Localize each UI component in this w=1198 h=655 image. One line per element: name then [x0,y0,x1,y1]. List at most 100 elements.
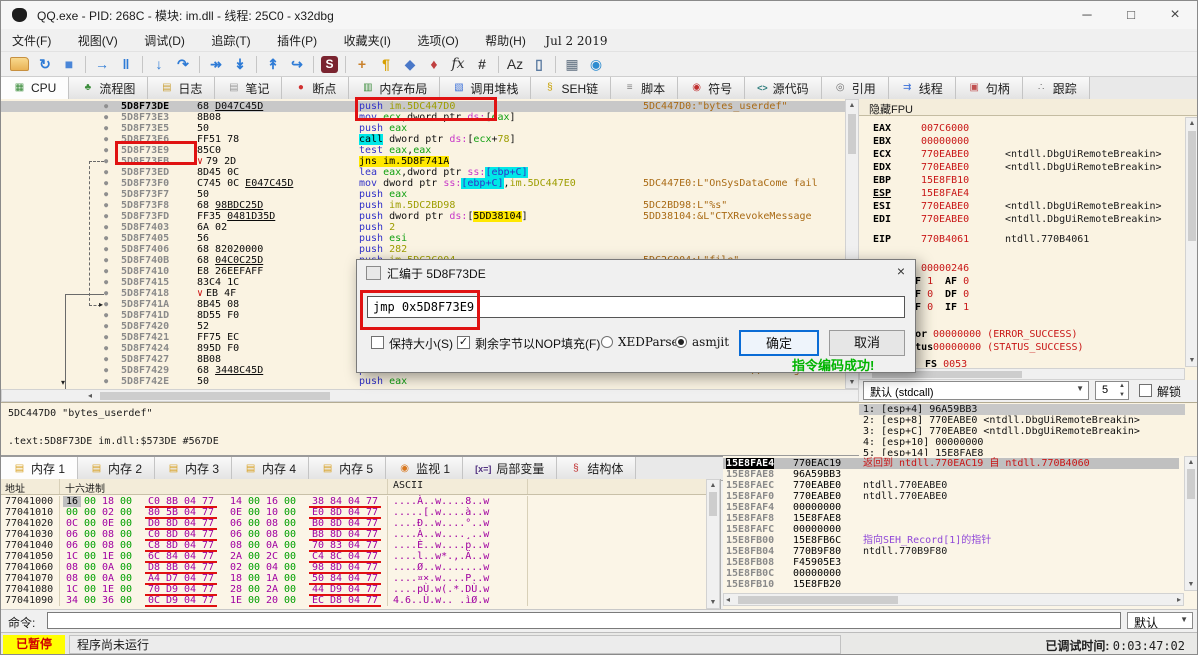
favourite-tools-icon[interactable]: ▯ [528,54,550,74]
tab-trace[interactable]: ∴ 跟踪 [1022,77,1090,99]
breakpoint-dot-icon[interactable]: ● [104,234,112,243]
arg-row[interactable]: 2: [esp+8] 770EABE0 <ntdll.DbgUiRemoteBr… [859,415,1185,426]
memory-row[interactable]: 77041030 06 00 08 00 C0 8D 04 77 06 00 08 00 B8 8D 04 77… [1,529,701,541]
arg-row[interactable]: 3: [esp+C] 770EABE0 <ntdll.DbgUiRemoteBr… [859,426,1185,437]
breakpoint-dot-icon[interactable]: ● [104,344,112,353]
menu-favourites[interactable]: 收藏夹(I) [333,29,402,49]
keep-size-checkbox[interactable] [371,336,384,349]
stack-row[interactable]: 15E8FB00 15E8FB6C 指向SEH_Record[1]的指针 [723,535,1179,546]
bookmark-icon[interactable]: ♦ [423,54,445,74]
pause-icon[interactable]: ‖ [115,54,137,74]
scroll-right-icon[interactable]: ▸ [1177,594,1181,606]
tab-references[interactable]: ◎ 引用 [821,77,889,99]
disasm-row[interactable]: ● 5D8F742E 50 push eax [1,376,845,387]
menu-debug[interactable]: 调试(D) [133,29,196,49]
tab-script[interactable]: ≡ 脚本 [611,77,679,99]
scroll-up-icon[interactable]: ▲ [707,480,719,491]
stack-row[interactable]: 15E8FAF4 00000000 [723,502,1179,513]
breakpoint-dot-icon[interactable]: ● [104,168,112,177]
preferences-icon[interactable]: ◉ [585,54,607,74]
disasm-row[interactable]: ● 5D8F73DE 68 D047C45D push im.5DC447D0 5DC4… [1,101,845,112]
memory-row[interactable]: 77041060 08 00 0A 00 D8 8B 04 77 02 00 04 00 98 8D 04 77… [1,562,701,574]
hide-fpu-button[interactable]: 隐藏FPU [859,99,1197,116]
disasm-row[interactable]: ● 5D8F73E5 50 push eax [1,123,845,134]
menu-file[interactable]: 文件(F) [1,29,62,49]
calculator-icon[interactable]: ▦ [561,54,583,74]
btab-watch-1[interactable]: ◉ 监视 1 [386,457,464,480]
register-row[interactable]: EDI 770EABE0 <ntdll.DbgUiRemoteBreakin> [859,213,1185,226]
memory-row[interactable]: 77041020 0C 00 0E 00 D0 8D 04 77 06 00 08 00 B0 8D 04 77… [1,518,701,530]
memory-vscrollbar[interactable]: ▲ ▼ [706,479,720,609]
stack-row[interactable]: 15E8FB0C 00000000 [723,568,1179,579]
function-icon[interactable]: fx [447,54,469,74]
tab-call-stack[interactable]: ▧ 调用堆栈 [440,77,532,99]
label-icon[interactable]: ◆ [399,54,421,74]
comment-icon[interactable]: ¶ [375,54,397,74]
memory-row[interactable]: 77041040 06 00 08 00 C8 8D 04 77 08 00 0A 00 70 83 04 77… [1,540,701,552]
arg-count-stepper[interactable]: 5 ▲ ▼ [1095,381,1129,400]
btab-struct[interactable]: § 结构体 [557,457,637,480]
scroll-up-icon[interactable]: ▲ [1186,118,1197,129]
string-references-icon[interactable]: # [471,54,493,74]
breakpoint-dot-icon[interactable]: ● [104,124,112,133]
memory-row[interactable]: 77041050 1C 00 1E 00 6C 84 04 77 2A 00 2C 00 C4 8C 04 77… [1,551,701,563]
tab-memory-map[interactable]: ▥ 内存布局 [349,77,441,99]
unlock-checkbox[interactable] [1139,384,1152,397]
disasm-row[interactable]: ● 5D8F7405 56 push esi [1,233,845,244]
nop-fill-checkbox[interactable]: ✓ [457,336,470,349]
dialog-close-icon[interactable]: × [897,263,905,279]
scroll-left-icon[interactable]: ◂ [88,390,92,402]
register-row[interactable]: EIP 770B4061 ntdll.770B4061 [859,233,1185,246]
disasm-row[interactable]: ● 5D8F73E9 85C0 test eax,eax [1,145,845,156]
close-button[interactable]: × [1153,1,1197,29]
menu-trace[interactable]: 追踪(T) [200,29,261,49]
menu-plugins[interactable]: 插件(P) [266,29,328,49]
memory-row[interactable]: 77041090 34 00 36 00 0C D9 04 77 1E 00 20 00 EC D8 04 77… [1,595,701,607]
breakpoint-dot-icon[interactable]: ● [104,212,112,221]
memory-dump-panel[interactable]: 地址 十六进制 ASCII 77041000 16 00 18 00 C0 8B 04 77 14… [1,479,721,609]
xedparse-radio[interactable] [601,336,613,348]
stack-row[interactable]: 15E8FAF0 770EABE0 ntdll.770EABE0 [723,491,1179,502]
register-row[interactable]: EAX 007C6000 [859,122,1185,135]
btab-dump-2[interactable]: ▤ 内存 2 [78,457,156,480]
disasm-row[interactable]: ● 5D8F73E6 FF51 78 call dword ptr ds:[ecx+7… [1,134,845,145]
breakpoint-dot-icon[interactable]: ● [104,135,112,144]
stack-row[interactable]: 15E8FAE4 770EAC19 返回到 ntdll.770EAC19 自 ntd… [723,458,1179,469]
stack-row[interactable]: 15E8FB04 770B9F80 ntdll.770B9F80 [723,546,1179,557]
breakpoint-dot-icon[interactable]: ● [104,311,112,320]
memory-vscroll-thumb[interactable] [709,492,717,516]
stack-row[interactable]: 15E8FAF8 15E8FAE8 [723,513,1179,524]
assemble-instruction-input[interactable] [367,296,905,318]
register-row[interactable]: EDX 770EABE0 <ntdll.DbgUiRemoteBreakin> [859,161,1185,174]
btab-dump-5[interactable]: ▤ 内存 5 [309,457,387,480]
disasm-hscrollbar[interactable]: ◂ [1,389,859,402]
close-debuggee-icon[interactable]: ■ [58,54,80,74]
maximize-button[interactable]: □ [1109,1,1153,29]
tab-source[interactable]: <> 源代码 [745,77,822,99]
breakpoint-dot-icon[interactable]: ● [104,289,112,298]
callconv-select[interactable]: 默认 (stdcall) ▼ [863,381,1089,400]
menu-view[interactable]: 视图(V) [67,29,129,49]
run-till-return-icon[interactable]: ↠ [205,54,227,74]
btab-dump-4[interactable]: ▤ 内存 4 [232,457,310,480]
disasm-row[interactable]: ● 5D8F73EB ∨ 79 2D jns im.5D8F741A [1,156,845,167]
scroll-up-icon[interactable]: ▲ [1185,457,1197,468]
script-badge-icon[interactable]: S [321,55,338,73]
stack-vscrollbar[interactable]: ▲ ▼ [1184,456,1197,591]
args-panel[interactable]: 1: [esp+4] 96A59BB3 2: [esp+8] 770EABE0 <… [859,402,1197,459]
disasm-row[interactable]: ● 5D8F73F8 68 98BDC25D push im.5DC2BD98 5DC2… [1,200,845,211]
disasm-row[interactable]: ● 5D8F7403 6A 02 push 2 [1,222,845,233]
breakpoint-dot-icon[interactable]: ● [104,201,112,210]
register-row[interactable]: ECX 770EABE0 <ntdll.DbgUiRemoteBreakin> [859,148,1185,161]
btab-dump-3[interactable]: ▤ 内存 3 [155,457,233,480]
command-profile-select[interactable]: 默认 ▼ [1127,612,1193,630]
tab-seh[interactable]: § SEH链 [531,77,612,99]
breakpoint-dot-icon[interactable]: ● [104,267,112,276]
cancel-button[interactable]: 取消 [829,330,905,356]
disasm-hscroll-thumb[interactable] [100,392,330,400]
breakpoint-dot-icon[interactable]: ● [104,146,112,155]
step-over-icon[interactable]: ↷ [172,54,194,74]
registers-vscrollbar[interactable]: ▲ ▼ [1185,117,1197,367]
stack-row[interactable]: 15E8FB10 15E8FB20 [723,579,1179,590]
breakpoint-dot-icon[interactable]: ● [104,157,112,166]
